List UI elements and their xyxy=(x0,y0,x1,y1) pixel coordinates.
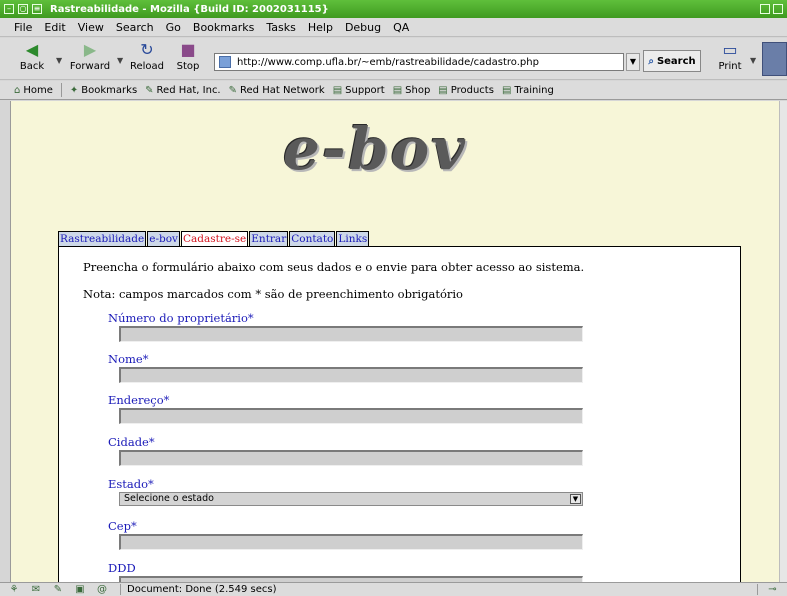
print-button[interactable]: ▭ Print xyxy=(710,41,750,77)
menu-help[interactable]: Help xyxy=(308,21,333,34)
bookmark-redhat-network[interactable]: ✎ Red Hat Network xyxy=(229,85,325,96)
state-label: Estado* xyxy=(108,477,154,491)
window-menu-icon[interactable]: – xyxy=(4,4,14,14)
site-logo: e-bov xyxy=(283,115,467,183)
status-bar: ⚘ ✉ ✎ ▣ @ Document: Done (2.549 secs) ⊸ xyxy=(0,582,787,596)
window-titlebar: – ○ ≡ Rastreabilidade - Mozilla {Build I… xyxy=(0,0,787,18)
state-select-value: Selecione o estado xyxy=(124,493,214,504)
url-text: http://www.comp.ufla.br/~emb/rastreabili… xyxy=(237,56,539,68)
search-icon: ⌕ xyxy=(648,55,654,67)
back-dropdown-icon[interactable]: ▼ xyxy=(56,56,62,65)
window-shade-icon[interactable]: ○ xyxy=(18,4,28,14)
window-title: Rastreabilidade - Mozilla {Build ID: 200… xyxy=(50,3,329,15)
forward-button[interactable]: ▶ Forward xyxy=(68,41,112,77)
menu-tasks[interactable]: Tasks xyxy=(266,21,295,34)
page-icon xyxy=(219,56,231,68)
owner-number-input[interactable] xyxy=(119,326,583,342)
security-lock-icon[interactable]: ⊸ xyxy=(757,584,787,595)
status-message: Document: Done (2.549 secs) xyxy=(120,584,757,595)
registration-form: Preencha o formulário abaixo com seus da… xyxy=(58,246,741,582)
home-icon: ⌂ xyxy=(14,84,21,96)
menu-qa[interactable]: QA xyxy=(393,21,409,34)
printer-icon: ▭ xyxy=(722,40,738,59)
reload-button[interactable]: ↻ Reload xyxy=(125,41,169,77)
bookmark-folder-training[interactable]: ▤ Training xyxy=(502,85,554,96)
bookmark-folder-products[interactable]: ▤ Products xyxy=(438,85,494,96)
url-history-dropdown[interactable]: ▼ xyxy=(626,53,640,71)
address-input[interactable] xyxy=(119,408,583,424)
ddd-label: DDD xyxy=(108,561,136,575)
page-content: e-bov Rastreabilidade e-bov Cadastre-se … xyxy=(10,101,779,582)
mail-icon[interactable]: ✉ xyxy=(28,584,44,595)
back-button[interactable]: ◀ Back xyxy=(10,41,54,77)
search-button[interactable]: ⌕ Search xyxy=(643,50,701,72)
owner-number-label: Número do proprietário* xyxy=(108,311,254,325)
cep-input[interactable] xyxy=(119,534,583,550)
name-input[interactable] xyxy=(119,367,583,383)
folder-icon: ▤ xyxy=(332,84,343,96)
link-icon: ✎ xyxy=(145,84,154,96)
bookmark-redhat-inc[interactable]: ✎ Red Hat, Inc. xyxy=(145,85,220,96)
home-button[interactable]: ⌂ Home xyxy=(14,85,53,96)
menu-view[interactable]: View xyxy=(78,21,104,34)
personal-toolbar: ⌂ Home ✦ Bookmarks ✎ Red Hat, Inc. ✎ Red Hat… xyxy=(0,81,787,100)
menu-edit[interactable]: Edit xyxy=(44,21,65,34)
menu-bar: File Edit View Search Go Bookmarks Tasks… xyxy=(0,18,787,37)
irc-icon[interactable]: @ xyxy=(94,584,110,595)
reload-icon: ↻ xyxy=(140,40,154,59)
forward-dropdown-icon[interactable]: ▼ xyxy=(117,56,123,65)
menu-go[interactable]: Go xyxy=(166,21,181,34)
throbber-logo[interactable] xyxy=(762,42,787,76)
folder-icon: ▤ xyxy=(438,84,448,96)
stop-button[interactable]: ■ Stop xyxy=(166,41,210,77)
minimize-icon[interactable] xyxy=(760,4,770,14)
toolbar-divider xyxy=(60,83,62,97)
vertical-scrollbar[interactable] xyxy=(779,101,787,582)
form-intro-text: Preencha o formulário abaixo com seus da… xyxy=(83,260,585,274)
navigator-icon[interactable]: ⚘ xyxy=(6,584,22,595)
menu-bookmarks[interactable]: Bookmarks xyxy=(193,21,254,34)
back-arrow-icon: ◀ xyxy=(25,40,39,59)
print-dropdown-icon[interactable]: ▼ xyxy=(750,56,756,65)
composer-icon[interactable]: ✎ xyxy=(50,584,66,595)
folder-icon: ▤ xyxy=(392,84,403,96)
menu-debug[interactable]: Debug xyxy=(345,21,381,34)
city-input[interactable] xyxy=(119,450,583,466)
menu-search[interactable]: Search xyxy=(116,21,154,34)
bookmark-folder-support[interactable]: ▤ Support xyxy=(333,85,385,96)
folder-icon: ▤ xyxy=(501,84,512,96)
bookmarks-icon: ✦ xyxy=(69,84,79,96)
link-icon: ✎ xyxy=(228,84,238,96)
stop-icon: ■ xyxy=(180,40,196,59)
form-note-text: Nota: campos marcados com * são de preen… xyxy=(83,287,463,301)
window-list-icon[interactable]: ≡ xyxy=(32,4,42,14)
bookmark-folder-shop[interactable]: ▤ Shop xyxy=(393,85,431,96)
maximize-icon[interactable] xyxy=(773,4,783,14)
chevron-down-icon[interactable]: ▼ xyxy=(570,494,581,504)
navigation-toolbar: ◀ Back ▼ ▶ Forward ▼ ↻ Reload ■ Stop htt… xyxy=(0,38,787,80)
state-select[interactable]: Selecione o estado ▼ xyxy=(119,492,583,506)
url-input[interactable]: http://www.comp.ufla.br/~emb/rastreabili… xyxy=(214,53,624,71)
bookmarks-button[interactable]: ✦ Bookmarks xyxy=(70,85,137,96)
name-label: Nome* xyxy=(108,352,149,366)
window-controls xyxy=(760,4,783,14)
addressbook-icon[interactable]: ▣ xyxy=(72,584,88,595)
city-label: Cidade* xyxy=(108,435,155,449)
cep-label: Cep* xyxy=(108,519,137,533)
address-label: Endereço* xyxy=(108,393,170,407)
menu-file[interactable]: File xyxy=(14,21,32,34)
forward-arrow-icon: ▶ xyxy=(83,40,97,59)
